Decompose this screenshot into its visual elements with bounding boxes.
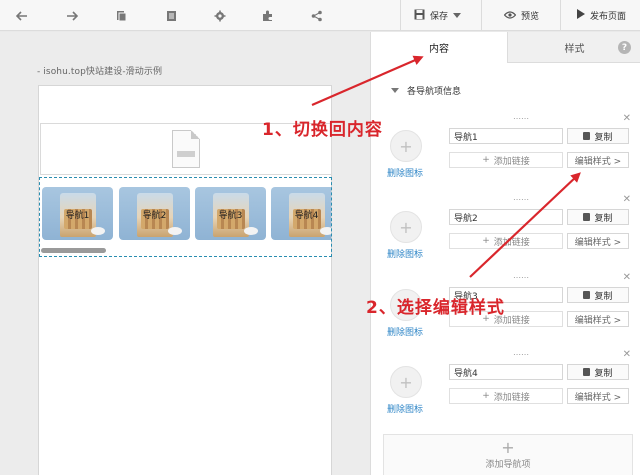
close-icon[interactable]: ✕ <box>623 272 631 283</box>
caret-down-icon <box>391 88 399 93</box>
close-icon[interactable]: ✕ <box>623 349 631 360</box>
nav-item-card: ⋯⋯ ✕ + 删除图标 复制 +添加链接 编辑样式 > <box>383 113 633 189</box>
toolbar-divider <box>560 0 561 31</box>
add-nav-label: 添加导航项 <box>485 459 531 470</box>
copy-button[interactable]: 复制 <box>567 287 629 303</box>
nav-item-card: ⋯⋯ ✕ + 删除图标 复制 +添加链接 编辑样式 > <box>383 349 633 425</box>
copy-label: 复制 <box>594 213 613 224</box>
add-link-label: 添加链接 <box>493 392 530 403</box>
copy-icon <box>583 291 591 299</box>
section-header[interactable]: 各导航项信息 <box>391 84 461 97</box>
top-toolbar: 保存 预览 发布页面 <box>0 0 640 31</box>
plus-icon: + <box>482 391 490 401</box>
nav-item-label: 导航2 <box>142 211 167 221</box>
panel-tabs: 内容 样式 ? <box>371 32 640 63</box>
toolbar-divider <box>400 0 401 31</box>
add-icon-button[interactable]: + <box>390 130 422 162</box>
horizontal-scrollbar[interactable] <box>41 248 106 253</box>
tab-style-label: 样式 <box>564 43 585 55</box>
plus-icon: + <box>482 155 490 165</box>
eye-icon <box>503 9 517 22</box>
copy-icon <box>583 132 591 140</box>
edit-style-button[interactable]: 编辑样式 > <box>567 311 629 327</box>
copy-icon <box>583 213 591 221</box>
preview-label: 预览 <box>521 12 540 22</box>
edit-style-button[interactable]: 编辑样式 > <box>567 388 629 404</box>
share-icon[interactable] <box>307 6 327 26</box>
publish-button[interactable]: 发布页面 <box>577 0 626 31</box>
add-icon-button[interactable]: + <box>390 211 422 243</box>
nav-name-field[interactable] <box>449 128 563 144</box>
drag-handle-icon[interactable]: ⋯⋯ <box>513 114 529 123</box>
nav-name-field[interactable] <box>449 209 563 225</box>
sliding-nav-component[interactable]: 导航1 导航2 导航3 导航4 <box>39 177 332 257</box>
add-link-button[interactable]: + 添加链接 <box>449 388 563 404</box>
nav-item[interactable]: 导航4 <box>271 187 331 240</box>
settings-icon[interactable] <box>210 6 230 26</box>
copy-label: 复制 <box>594 132 613 143</box>
edit-style-button[interactable]: 编辑样式 > <box>567 233 629 249</box>
save-button[interactable]: 保存 <box>414 0 462 31</box>
add-link-label: 添加链接 <box>493 237 530 248</box>
copy-icon <box>583 368 591 376</box>
copy-button[interactable]: 复制 <box>567 209 629 225</box>
image-file-icon <box>172 130 200 168</box>
close-icon[interactable]: ✕ <box>623 194 631 205</box>
copy-label: 复制 <box>594 368 613 379</box>
nav-item[interactable]: 导航3 <box>195 187 266 240</box>
delete-icon-link[interactable]: 删除图标 <box>387 247 423 260</box>
plus-icon: + <box>482 236 490 246</box>
phone-preview: 导航1 导航2 导航3 导航4 <box>38 85 332 475</box>
section-title: 各导航项信息 <box>407 87 462 97</box>
drag-handle-icon[interactable]: ⋯⋯ <box>513 350 529 359</box>
close-icon[interactable]: ✕ <box>623 113 631 124</box>
copy-button[interactable]: 复制 <box>567 364 629 380</box>
add-link-button[interactable]: + 添加链接 <box>449 152 563 168</box>
save-label: 保存 <box>430 12 449 22</box>
help-icon[interactable]: ? <box>618 41 631 54</box>
add-icon-button[interactable]: + <box>390 366 422 398</box>
page-title: - isohu.top快站建设-滑动示例 <box>37 67 163 77</box>
nav-item-label: 导航1 <box>65 211 90 221</box>
copy-page-icon[interactable] <box>111 6 131 26</box>
add-link-label: 添加链接 <box>493 156 530 167</box>
nav-item-label: 导航4 <box>294 211 319 221</box>
plugin-icon[interactable] <box>258 6 278 26</box>
delete-icon-link[interactable]: 删除图标 <box>387 402 423 415</box>
copy-label: 复制 <box>594 291 613 302</box>
nav-item[interactable]: 导航1 <box>42 187 113 240</box>
nav-name-field[interactable] <box>449 364 563 380</box>
add-nav-item-button[interactable]: + 添加导航项 <box>383 434 633 475</box>
publish-label: 发布页面 <box>590 12 627 22</box>
properties-panel: 内容 样式 ? 各导航项信息 ⋯⋯ ✕ + 删除图标 复制 +添加链接 编辑样式… <box>370 32 640 475</box>
nav-item-card: ⋯⋯ ✕ + 删除图标 复制 +添加链接 编辑样式 > <box>383 194 633 270</box>
page-list-icon[interactable] <box>161 6 181 26</box>
annotation-step-2: 2、选择编辑样式 <box>366 298 505 318</box>
drag-handle-icon[interactable]: ⋯⋯ <box>513 195 529 204</box>
nav-item-label: 导航3 <box>218 211 243 221</box>
toolbar-divider <box>481 0 482 31</box>
copy-button[interactable]: 复制 <box>567 128 629 144</box>
delete-icon-link[interactable]: 删除图标 <box>387 325 423 338</box>
add-link-button[interactable]: + 添加链接 <box>449 233 563 249</box>
edit-style-button[interactable]: 编辑样式 > <box>567 152 629 168</box>
preview-button[interactable]: 预览 <box>503 0 540 31</box>
chevron-down-icon <box>453 11 462 21</box>
undo-icon[interactable] <box>12 6 32 26</box>
delete-icon-link[interactable]: 删除图标 <box>387 166 423 179</box>
drag-handle-icon[interactable]: ⋯⋯ <box>513 273 529 282</box>
play-icon <box>577 9 585 22</box>
tab-content[interactable]: 内容 <box>371 32 507 63</box>
redo-icon[interactable] <box>62 6 82 26</box>
save-icon <box>414 9 425 23</box>
annotation-step-1: 1、切换回内容 <box>262 120 383 140</box>
plus-icon: + <box>501 437 515 457</box>
nav-item[interactable]: 导航2 <box>119 187 190 240</box>
